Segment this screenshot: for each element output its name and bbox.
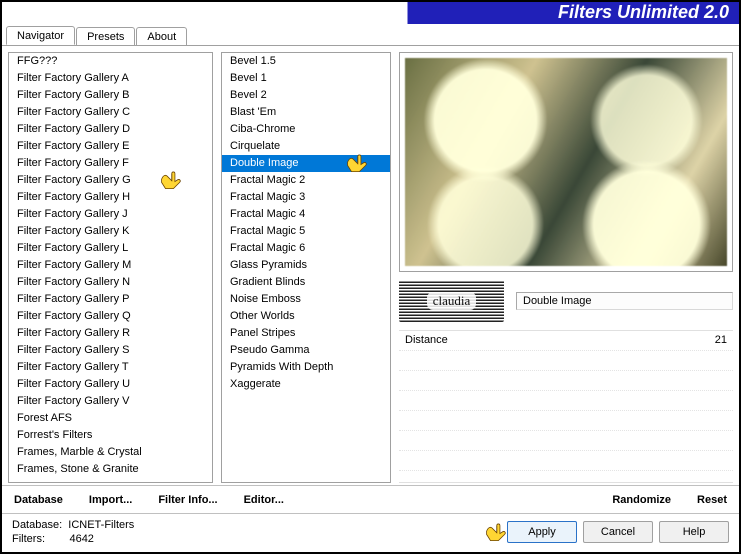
filter-item[interactable]: Blast 'Em [222, 104, 390, 121]
parameter-sliders: Distance 21 [399, 330, 733, 483]
status-text: Database: ICNET-Filters Filters: 4642 [12, 518, 134, 546]
category-item[interactable]: Filter Factory Gallery N [9, 274, 212, 291]
filter-item[interactable]: Gradient Blinds [222, 274, 390, 291]
title-bar: Filters Unlimited 2.0 [2, 2, 739, 24]
filter-item[interactable]: Ciba-Chrome [222, 121, 390, 138]
category-item[interactable]: Filter Factory Gallery S [9, 342, 212, 359]
pointer-hand-icon [344, 152, 370, 174]
help-button[interactable]: Help [659, 521, 729, 543]
tab-presets[interactable]: Presets [76, 27, 135, 45]
slider-value: 21 [715, 334, 727, 347]
category-item[interactable]: Filter Factory Gallery B [9, 87, 212, 104]
filter-info-button[interactable]: Filter Info... [154, 492, 221, 508]
filter-item[interactable]: Panel Stripes [222, 325, 390, 342]
category-item[interactable]: Filter Factory Gallery J [9, 206, 212, 223]
filter-item[interactable]: Fractal Magic 2 [222, 172, 390, 189]
app-title: Filters Unlimited 2.0 [558, 2, 729, 23]
category-item[interactable]: Filter Factory Gallery F [9, 155, 212, 172]
cancel-button[interactable]: Cancel [583, 521, 653, 543]
pointer-hand-icon [483, 521, 509, 543]
filter-item[interactable]: Fractal Magic 3 [222, 189, 390, 206]
category-item[interactable]: Filter Factory Gallery A [9, 70, 212, 87]
slider-row [399, 351, 733, 371]
filter-item[interactable]: Cirquelate [222, 138, 390, 155]
filter-item[interactable]: Bevel 1.5 [222, 53, 390, 70]
filter-item[interactable]: Bevel 1 [222, 70, 390, 87]
author-stamp: claudia [399, 280, 504, 322]
category-item[interactable]: Frames, Stone & Granite [9, 461, 212, 478]
filter-item[interactable]: Fractal Magic 4 [222, 206, 390, 223]
status-db-value: ICNET-Filters [68, 519, 134, 531]
tab-about[interactable]: About [136, 27, 187, 45]
apply-button[interactable]: Apply [507, 521, 577, 543]
category-item[interactable]: Filter Factory Gallery T [9, 359, 212, 376]
category-item[interactable]: Filter Factory Gallery R [9, 325, 212, 342]
category-item[interactable]: Filter Factory Gallery G [9, 172, 212, 189]
category-item[interactable]: Filter Factory Gallery E [9, 138, 212, 155]
pointer-hand-icon [158, 169, 184, 191]
reset-button[interactable]: Reset [693, 492, 731, 508]
slider-row [399, 371, 733, 391]
filter-item[interactable]: Pseudo Gamma [222, 342, 390, 359]
category-item[interactable]: Filter Factory Gallery H [9, 189, 212, 206]
filter-item[interactable]: Bevel 2 [222, 87, 390, 104]
filter-item[interactable]: Fractal Magic 5 [222, 223, 390, 240]
category-item[interactable]: FFG??? [9, 53, 212, 70]
filter-item[interactable]: Pyramids With Depth [222, 359, 390, 376]
status-db-label: Database: [12, 519, 62, 531]
category-item[interactable]: Forest AFS [9, 410, 212, 427]
filter-item[interactable]: Noise Emboss [222, 291, 390, 308]
current-filter-label: Double Image [516, 292, 733, 310]
filter-item[interactable]: Other Worlds [222, 308, 390, 325]
category-item[interactable]: Filter Factory Gallery C [9, 104, 212, 121]
category-item[interactable]: Filter Factory Gallery K [9, 223, 212, 240]
category-item[interactable]: Filter Factory Gallery P [9, 291, 212, 308]
category-item[interactable]: Filter Factory Gallery Q [9, 308, 212, 325]
slider-row [399, 451, 733, 471]
category-item[interactable]: Filter Factory Gallery D [9, 121, 212, 138]
slider-row [399, 431, 733, 451]
randomize-button[interactable]: Randomize [608, 492, 675, 508]
status-filters-value: 4642 [69, 533, 93, 545]
preview-image [405, 58, 727, 266]
slider-row[interactable]: Distance 21 [399, 331, 733, 351]
category-item[interactable]: Filter Factory Gallery L [9, 240, 212, 257]
filter-item[interactable]: Glass Pyramids [222, 257, 390, 274]
import-button[interactable]: Import... [85, 492, 136, 508]
author-stamp-text: claudia [427, 292, 477, 310]
editor-button[interactable]: Editor... [240, 492, 288, 508]
preview-box [399, 52, 733, 272]
category-item[interactable]: Forrest's Filters [9, 427, 212, 444]
category-item[interactable]: Frames, Marble & Crystal [9, 444, 212, 461]
category-item[interactable]: Filter Factory Gallery V [9, 393, 212, 410]
tab-navigator[interactable]: Navigator [6, 26, 75, 45]
slider-row [399, 411, 733, 431]
filter-list[interactable]: Bevel 1.5Bevel 1Bevel 2Blast 'EmCiba-Chr… [221, 52, 391, 483]
tab-strip: Navigator Presets About [2, 24, 739, 46]
category-item[interactable]: Filter Factory Gallery U [9, 376, 212, 393]
category-list[interactable]: FFG???Filter Factory Gallery AFilter Fac… [8, 52, 213, 483]
category-item[interactable]: Filter Factory Gallery M [9, 257, 212, 274]
filter-item[interactable]: Xaggerate [222, 376, 390, 393]
slider-label: Distance [405, 334, 448, 347]
filter-item[interactable]: Fractal Magic 6 [222, 240, 390, 257]
status-filters-label: Filters: [12, 533, 45, 545]
filter-item[interactable]: Double Image [222, 155, 390, 172]
database-button[interactable]: Database [10, 492, 67, 508]
slider-row [399, 391, 733, 411]
